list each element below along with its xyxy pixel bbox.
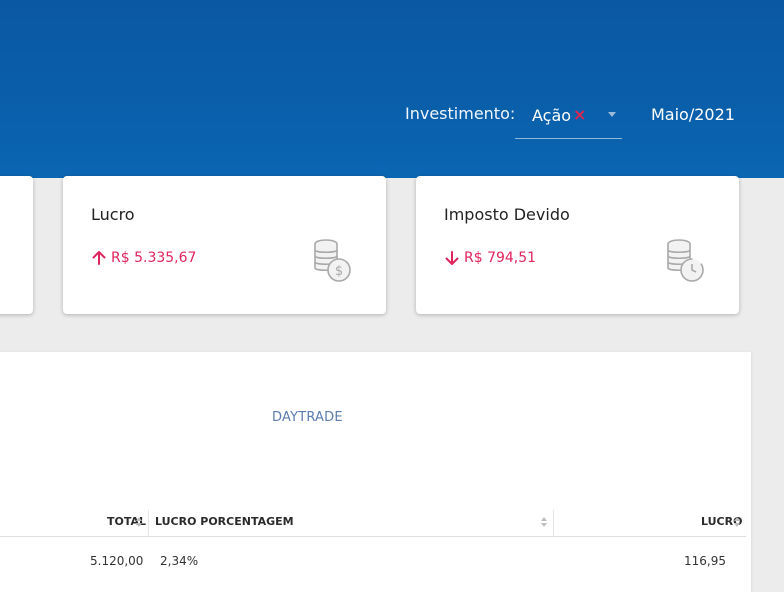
coins-clock-icon — [667, 239, 704, 282]
investment-label: Investimento: — [405, 104, 516, 123]
coins-dollar-icon: $ — [314, 239, 351, 282]
cell-total: 5.120,00 — [90, 554, 144, 568]
summary-card-partial — [0, 176, 33, 314]
imposto-card-title: Imposto Devido — [444, 205, 570, 224]
column-divider — [553, 510, 554, 536]
month-selector[interactable]: Maio/2021 — [651, 105, 735, 124]
lucro-card-value-row: R$ 5.335,67 — [91, 250, 196, 266]
lucro-card: Lucro R$ 5.335,67 $ — [63, 176, 386, 314]
chevron-down-icon[interactable] — [608, 112, 616, 117]
page-header: Investimento: Ação × Maio/2021 — [0, 0, 784, 178]
lucro-card-value: R$ 5.335,67 — [111, 250, 197, 266]
clear-selection-icon[interactable]: × — [573, 105, 586, 124]
imposto-card-value-row: R$ 794,51 — [444, 250, 536, 266]
column-header-lucro-porcentagem[interactable]: LUCRO PORCENTAGEM — [155, 515, 294, 528]
sort-icon[interactable] — [541, 517, 547, 529]
lucro-card-title: Lucro — [91, 205, 135, 224]
daytrade-panel: DAYTRADE TOTAL LUCRO PORCENTAGEM LUCRO 5… — [0, 352, 751, 592]
sort-icon[interactable] — [734, 517, 740, 529]
investment-select-value: Ação — [532, 106, 572, 125]
sort-icon[interactable] — [136, 517, 142, 529]
column-divider — [148, 510, 149, 536]
imposto-card: Imposto Devido R$ 794,51 — [416, 176, 739, 314]
cell-lucro: 116,95 — [684, 554, 726, 568]
panel-title: DAYTRADE — [272, 410, 343, 425]
cell-lucro-porcentagem: 2,34% — [160, 554, 199, 568]
arrow-up-icon — [92, 251, 106, 265]
table-header-divider — [0, 536, 746, 537]
imposto-card-value: R$ 794,51 — [464, 250, 537, 266]
investment-select[interactable]: Ação × — [515, 96, 622, 139]
arrow-down-icon — [445, 251, 459, 265]
svg-text:$: $ — [335, 264, 343, 279]
